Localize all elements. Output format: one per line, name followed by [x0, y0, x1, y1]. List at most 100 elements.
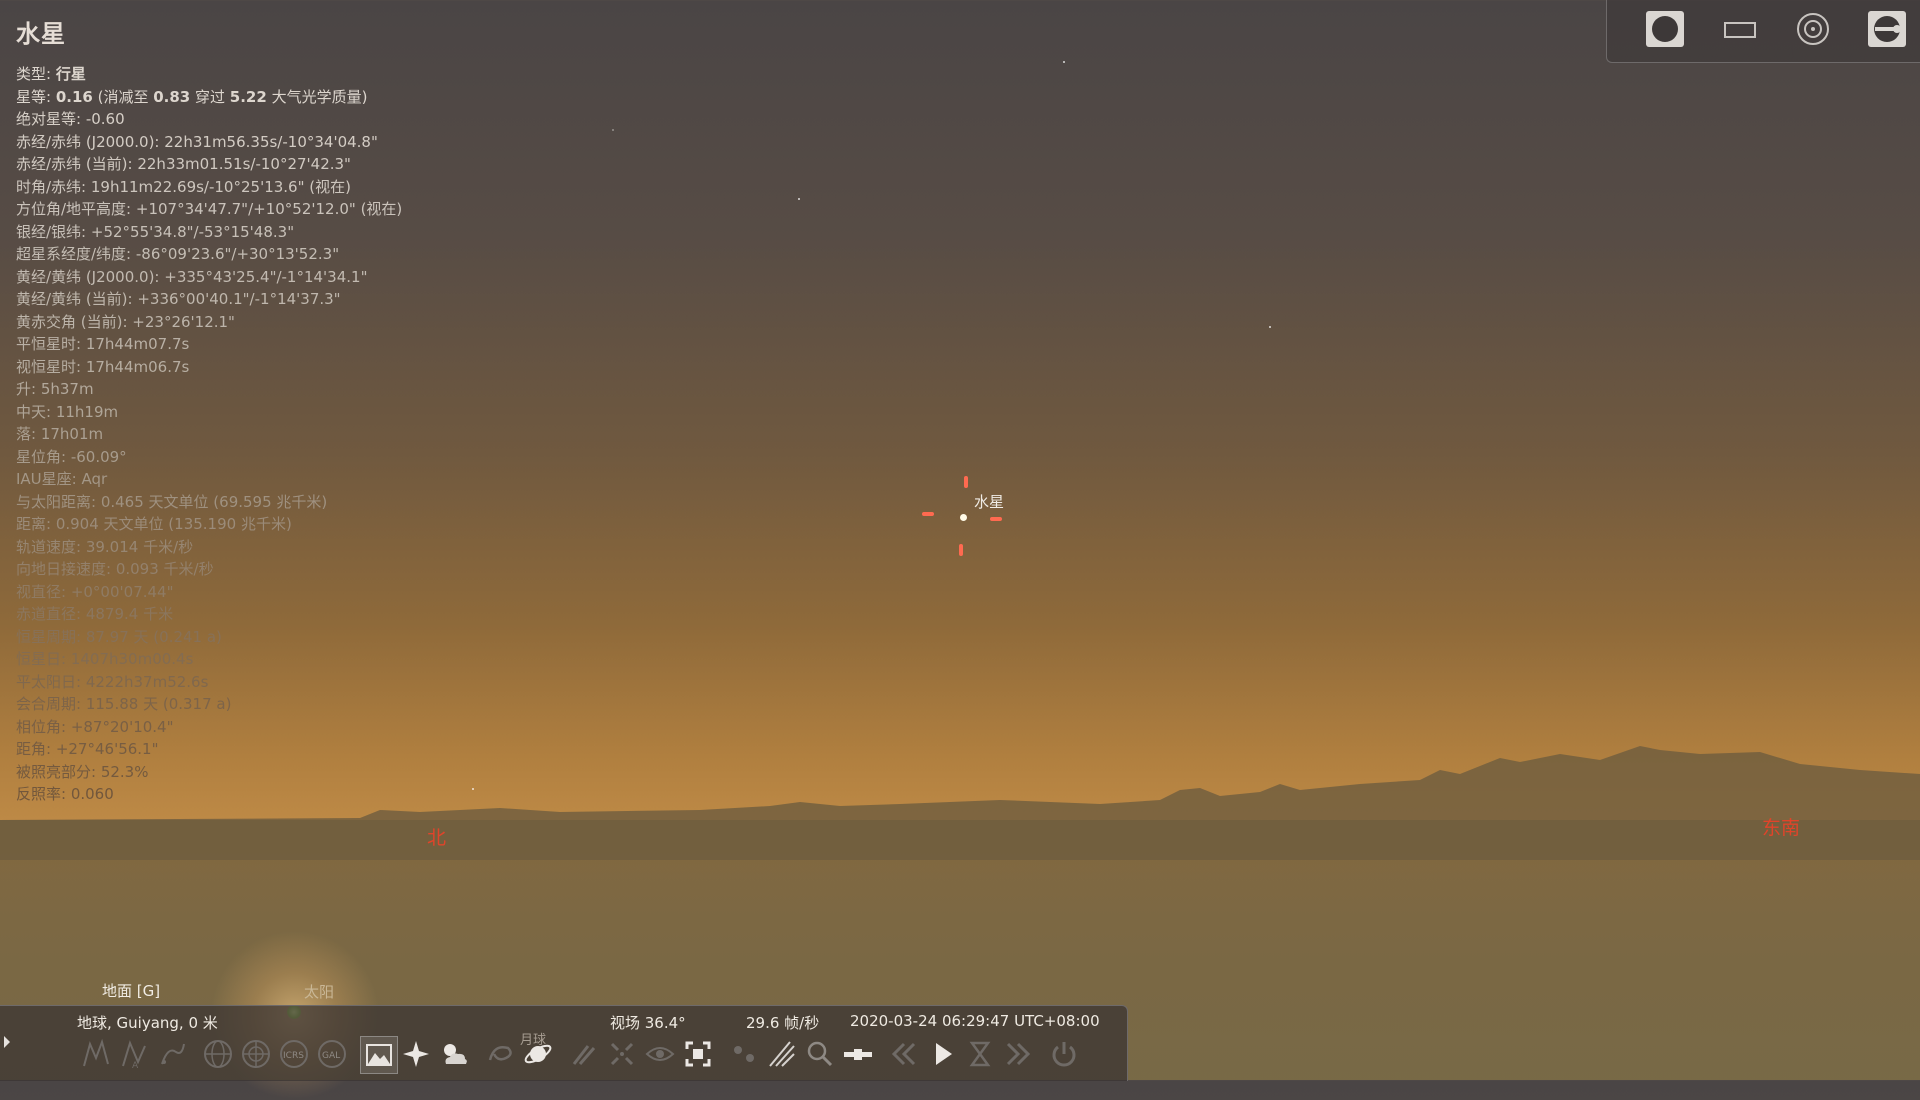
oculars-config-button[interactable] — [1867, 11, 1907, 50]
info-line: 与太阳距离: 0.465 天文单位 (69.595 兆千米) — [16, 491, 402, 514]
night-mode-button[interactable] — [642, 1036, 678, 1072]
info-text: IAU星座: Aqr — [16, 470, 108, 488]
svg-text:GAL: GAL — [322, 1051, 340, 1061]
info-text: 星等: — [16, 87, 56, 106]
exoplanets-button[interactable] — [726, 1036, 762, 1072]
azimuthal-grid-button[interactable] — [238, 1036, 274, 1072]
info-text: 赤道直径: 4879.4 千米 — [16, 605, 174, 623]
meteor-icon — [766, 1038, 798, 1070]
equatorial-grid-button[interactable] — [200, 1036, 236, 1072]
power-icon — [1048, 1038, 1080, 1070]
star — [798, 198, 800, 200]
nebulae-button[interactable] — [482, 1036, 518, 1072]
info-text: 与太阳距离: 0.465 天文单位 (69.595 兆千米) — [16, 492, 328, 511]
info-text: 平太阳日: 4222h37m52.6s — [16, 672, 209, 691]
cardinal-points-button[interactable] — [398, 1036, 434, 1072]
info-text: 轨道速度: 39.014 千米/秒 — [16, 537, 194, 556]
telrad-button[interactable] — [1793, 12, 1833, 50]
info-text: 反照率: 0.060 — [16, 785, 114, 803]
svg-text:ICRS: ICRS — [283, 1051, 304, 1061]
sun-cloud-icon — [438, 1038, 470, 1070]
constellation-art-button[interactable] — [154, 1036, 190, 1072]
constellation-labels-button[interactable]: A — [116, 1036, 152, 1072]
azimuth-grid-icon — [240, 1038, 272, 1070]
info-value: 5.22 — [229, 87, 267, 106]
star — [1269, 326, 1271, 328]
galactic-grid-button[interactable]: GAL — [314, 1036, 350, 1072]
info-line: 恒星日: 1407h30m00.4s — [16, 648, 402, 671]
info-line: 赤经/赤纬 (J2000.0): 22h31m56.35s/-10°34'04.… — [16, 131, 402, 154]
constellation-labels-icon: A — [118, 1038, 150, 1070]
info-text: 被照亮部分: 52.3% — [16, 762, 149, 781]
gal-icon: GAL — [316, 1038, 348, 1070]
set-time-now-button[interactable] — [962, 1036, 998, 1072]
mercury-dot[interactable] — [960, 514, 967, 521]
info-text: 黄赤交角 (当前): +23°26'12.1" — [16, 312, 235, 331]
info-text: 落: 17h01m — [16, 425, 104, 443]
target-rings-icon — [1793, 10, 1833, 52]
decrease-time-speed-button[interactable] — [886, 1036, 922, 1072]
info-text: 星位角: -60.09° — [16, 447, 127, 466]
info-line: 类型: 行星 — [16, 63, 402, 86]
info-line: 绝对星等: -0.60 — [16, 108, 402, 131]
galaxy-icon — [484, 1038, 516, 1070]
info-text: 相位角: +87°20'10.4" — [16, 717, 174, 736]
view-tools-panel — [1606, 0, 1920, 63]
increase-time-speed-button[interactable] — [1000, 1036, 1036, 1072]
marker-tick-right — [990, 517, 1002, 521]
sun-label: 太阳 — [304, 983, 335, 1001]
equatorial-mount-button[interactable] — [566, 1036, 602, 1072]
fov-status: 视场 36.4° — [610, 1014, 686, 1032]
satellites-button[interactable] — [840, 1036, 876, 1072]
sidebar-toggle-arrow-icon[interactable] — [3, 1035, 11, 1049]
circle-fill-icon — [1645, 10, 1685, 52]
constellation-lines-button[interactable] — [78, 1036, 114, 1072]
search-meteors-button[interactable] — [802, 1036, 838, 1072]
info-line: 银经/银纬: +52°55'34.8"/-53°15'48.3" — [16, 221, 402, 244]
play-time-button[interactable] — [924, 1036, 960, 1072]
info-text: 赤经/赤纬 (J2000.0): 22h31m56.35s/-10°34'04.… — [16, 132, 378, 151]
ground-button[interactable] — [360, 1036, 398, 1074]
datetime-status[interactable]: 2020-03-24 06:29:47 UTC+08:00 — [850, 1012, 1100, 1030]
exoplanet-icon — [728, 1038, 760, 1070]
globe-grid-icon — [202, 1038, 234, 1070]
meteor-showers-button[interactable] — [764, 1036, 800, 1072]
ocular-circle-button[interactable] — [1645, 10, 1685, 52]
direction-label-southeast: 东南 — [1762, 817, 1801, 839]
info-value: 0.16 — [55, 87, 93, 106]
search-icon — [804, 1038, 836, 1070]
fps-status: 29.6 帧/秒 — [746, 1014, 820, 1032]
object-info-lines: 类型: 行星 星等: 0.16 (消减至 0.83 穿过 5.22 大气光学质量)… — [16, 63, 402, 806]
info-text: (消减至 — [92, 87, 154, 106]
info-text: 向地日接速度: 0.093 千米/秒 — [16, 560, 214, 578]
info-text: 视恒星时: 17h44m06.7s — [16, 357, 190, 376]
info-line: 会合周期: 115.88 天 (0.317 a) — [16, 693, 402, 716]
info-line: 反照率: 0.060 — [16, 783, 402, 806]
info-line: 相位角: +87°20'10.4" — [16, 716, 402, 739]
info-line: 距角: +27°46'56.1" — [16, 738, 402, 761]
center-selected-button[interactable] — [604, 1036, 640, 1072]
location-status[interactable]: 地球, Guiyang, 0 米 — [77, 1012, 218, 1033]
fullscreen-icon — [682, 1038, 714, 1070]
info-line: 轨道速度: 39.014 千米/秒 — [16, 536, 402, 559]
atmosphere-button[interactable] — [436, 1036, 472, 1072]
planets-button[interactable] — [520, 1036, 556, 1072]
info-line: 赤经/赤纬 (当前): 22h33m01.51s/-10°27'42.3" — [16, 153, 402, 176]
info-line: 恒星周期: 87.97 天 (0.241 a) — [16, 626, 402, 649]
object-title: 水星 — [16, 20, 66, 48]
info-line: 黄经/黄纬 (当前): +336°00'40.1"/-1°14'37.3" — [16, 288, 402, 311]
icrs-grid-button[interactable]: ICRS — [276, 1036, 312, 1072]
selected-object-marker[interactable] — [922, 476, 1002, 556]
info-text: 升: 5h37m — [16, 380, 94, 398]
star-compass-icon — [400, 1038, 432, 1070]
info-text: 距角: +27°46'56.1" — [16, 740, 159, 758]
hourglass-icon — [964, 1038, 996, 1070]
info-text: 黄经/黄纬 (J2000.0): +335°43'25.4"/-1°14'34.… — [16, 267, 368, 286]
info-text: 平恒星时: 17h44m07.7s — [16, 335, 190, 353]
info-text: 赤经/赤纬 (当前): 22h33m01.51s/-10°27'42.3" — [16, 155, 351, 173]
quit-button[interactable] — [1046, 1036, 1082, 1072]
info-text: 超星系经度/纬度: -86°09'23.6"/+30°13'52.3" — [16, 245, 340, 263]
sensor-frame-button[interactable] — [1719, 12, 1759, 50]
telescope-mount-icon — [568, 1038, 600, 1070]
fullscreen-button[interactable] — [680, 1036, 716, 1072]
